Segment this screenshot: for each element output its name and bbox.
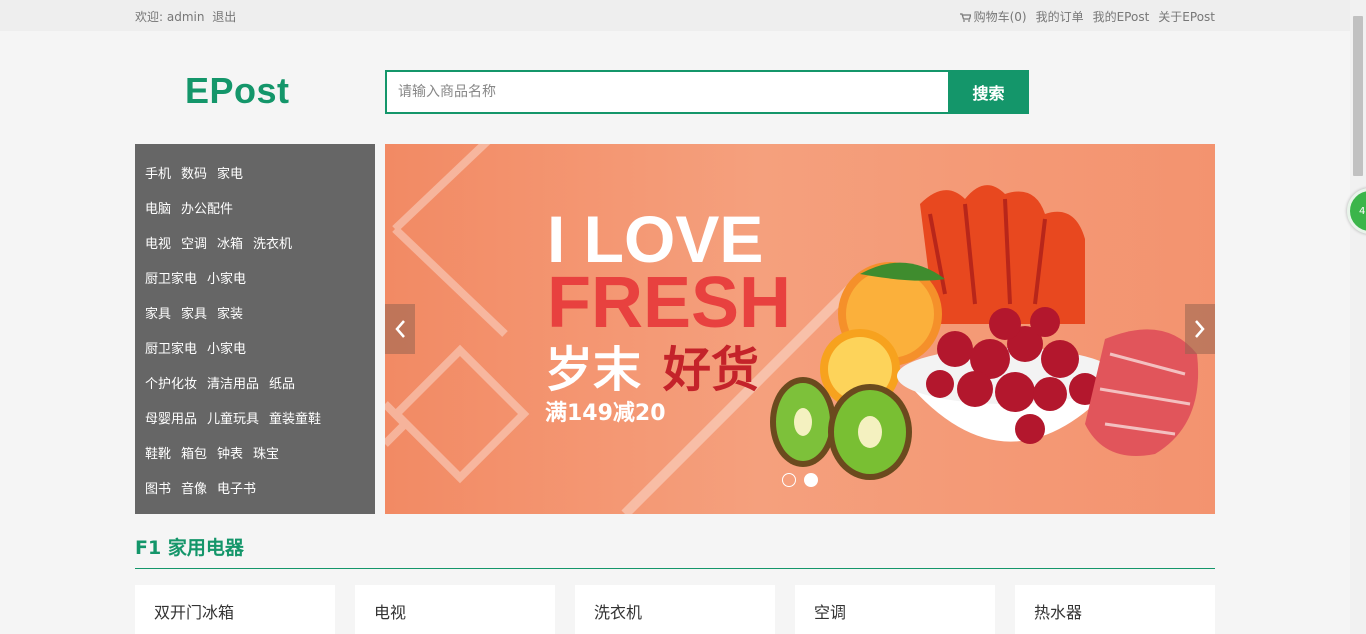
category-row: 个护化妆 清洁用品 纸品 bbox=[135, 373, 375, 408]
search-button[interactable]: 搜索 bbox=[948, 70, 1029, 114]
product-card[interactable]: 空调 bbox=[795, 585, 995, 634]
floor-divider bbox=[135, 568, 1215, 569]
cart-label: 购物车(0) bbox=[973, 10, 1027, 24]
category-link[interactable]: 家具 bbox=[145, 307, 171, 322]
category-link[interactable]: 家装 bbox=[217, 307, 243, 322]
category-row: 鞋靴 箱包 钟表 珠宝 bbox=[135, 443, 375, 478]
banner-dot-2[interactable] bbox=[804, 473, 818, 487]
category-link[interactable]: 家具 bbox=[181, 307, 207, 322]
category-link[interactable]: 儿童玩具 bbox=[207, 412, 259, 427]
category-link[interactable]: 纸品 bbox=[269, 377, 295, 392]
floor-title: F1 家用电器 bbox=[135, 537, 244, 559]
banner-line2: FRESH bbox=[547, 263, 791, 343]
category-link[interactable]: 童装童鞋 bbox=[269, 412, 321, 427]
product-card-title: 双开门冰箱 bbox=[154, 603, 235, 622]
banner-prev-button[interactable] bbox=[385, 304, 415, 354]
floating-widget-label: 43 bbox=[1359, 206, 1366, 217]
cart-link[interactable]: 购物车(0) bbox=[959, 8, 1027, 25]
welcome-text: 欢迎: admin bbox=[135, 10, 205, 24]
category-link[interactable]: 鞋靴 bbox=[145, 447, 171, 462]
search-bar: 搜索 bbox=[385, 70, 1029, 114]
category-link[interactable]: 母婴用品 bbox=[145, 412, 197, 427]
my-orders-link[interactable]: 我的订单 bbox=[1036, 8, 1084, 25]
category-row: 手机 数码 家电 bbox=[135, 163, 375, 198]
category-row: 厨卫家电 小家电 bbox=[135, 268, 375, 303]
category-link[interactable]: 家电 bbox=[217, 167, 243, 182]
product-card-title: 热水器 bbox=[1034, 603, 1083, 622]
banner-next-button[interactable] bbox=[1185, 304, 1215, 354]
floor-product-cards: 双开门冰箱 电视 洗衣机 空调 热水器 bbox=[135, 585, 1215, 634]
cart-icon bbox=[959, 13, 971, 22]
product-card[interactable]: 双开门冰箱 bbox=[135, 585, 335, 634]
category-link[interactable]: 厨卫家电 bbox=[145, 342, 197, 357]
category-link[interactable]: 数码 bbox=[181, 167, 207, 182]
logout-link[interactable]: 退出 bbox=[212, 10, 236, 24]
product-card-title: 电视 bbox=[374, 603, 407, 622]
banner-line3a: 岁末 bbox=[545, 342, 641, 398]
category-link[interactable]: 个护化妆 bbox=[145, 377, 197, 392]
category-link[interactable]: 手机 bbox=[145, 167, 171, 182]
chevron-left-icon bbox=[395, 320, 405, 338]
welcome-area: 欢迎: admin 退出 bbox=[135, 8, 240, 25]
product-card[interactable]: 热水器 bbox=[1015, 585, 1215, 634]
category-link[interactable]: 小家电 bbox=[207, 342, 246, 357]
category-link[interactable]: 空调 bbox=[181, 237, 207, 252]
scrollbar-thumb[interactable] bbox=[1353, 16, 1363, 176]
search-input[interactable] bbox=[385, 70, 948, 114]
category-row: 电视 空调 冰箱 洗衣机 bbox=[135, 233, 375, 268]
product-card-title: 空调 bbox=[814, 603, 847, 622]
page-scrollbar[interactable] bbox=[1350, 0, 1366, 634]
category-row: 图书 音像 电子书 bbox=[135, 478, 375, 513]
category-row: 电脑 办公配件 bbox=[135, 198, 375, 233]
category-link[interactable]: 冰箱 bbox=[217, 237, 243, 252]
category-row: 厨卫家电 小家电 bbox=[135, 338, 375, 373]
category-row: 家具 家具 家装 bbox=[135, 303, 375, 338]
product-card-title: 洗衣机 bbox=[594, 603, 643, 622]
fruit-illustration bbox=[770, 185, 1199, 480]
category-link[interactable]: 电视 bbox=[145, 237, 171, 252]
category-link[interactable]: 图书 bbox=[145, 482, 171, 497]
chevron-right-icon bbox=[1195, 320, 1205, 338]
about-link[interactable]: 关于EPost bbox=[1158, 8, 1215, 25]
banner-artwork: I LOVE FRESH 岁末 好货 满149减20 bbox=[385, 144, 1199, 514]
category-link[interactable]: 珠宝 bbox=[253, 447, 279, 462]
category-link[interactable]: 钟表 bbox=[217, 447, 243, 462]
banner-dot-1[interactable] bbox=[782, 473, 796, 487]
banner-line3b: 好货 bbox=[662, 342, 759, 398]
category-link[interactable]: 小家电 bbox=[207, 272, 246, 287]
category-link[interactable]: 箱包 bbox=[181, 447, 207, 462]
site-logo[interactable]: EPost bbox=[185, 70, 290, 112]
my-epost-link[interactable]: 我的EPost bbox=[1093, 8, 1150, 25]
product-card[interactable]: 电视 bbox=[355, 585, 555, 634]
banner-pagination bbox=[782, 473, 818, 487]
category-row: 母婴用品 儿童玩具 童装童鞋 bbox=[135, 408, 375, 443]
top-bar: 欢迎: admin 退出 购物车(0) 我的订单 我的EPost 关于EPost bbox=[0, 0, 1350, 31]
category-link[interactable]: 洗衣机 bbox=[253, 237, 292, 252]
category-link[interactable]: 音像 bbox=[181, 482, 207, 497]
banner-promo: 满149减20 bbox=[545, 400, 666, 426]
top-nav: 购物车(0) 我的订单 我的EPost 关于EPost bbox=[959, 8, 1215, 25]
category-link[interactable]: 电脑 bbox=[145, 202, 171, 217]
category-link[interactable]: 电子书 bbox=[217, 482, 256, 497]
category-menu: 手机 数码 家电 电脑 办公配件 电视 空调 冰箱 洗衣机 厨卫家电 小家电 家具 家具 家装 厨卫家电 小家… bbox=[135, 144, 375, 514]
promo-banner[interactable]: I LOVE FRESH 岁末 好货 满149减20 bbox=[385, 144, 1215, 514]
product-card[interactable]: 洗衣机 bbox=[575, 585, 775, 634]
category-link[interactable]: 厨卫家电 bbox=[145, 272, 197, 287]
category-link[interactable]: 办公配件 bbox=[181, 202, 233, 217]
category-link[interactable]: 清洁用品 bbox=[207, 377, 259, 392]
